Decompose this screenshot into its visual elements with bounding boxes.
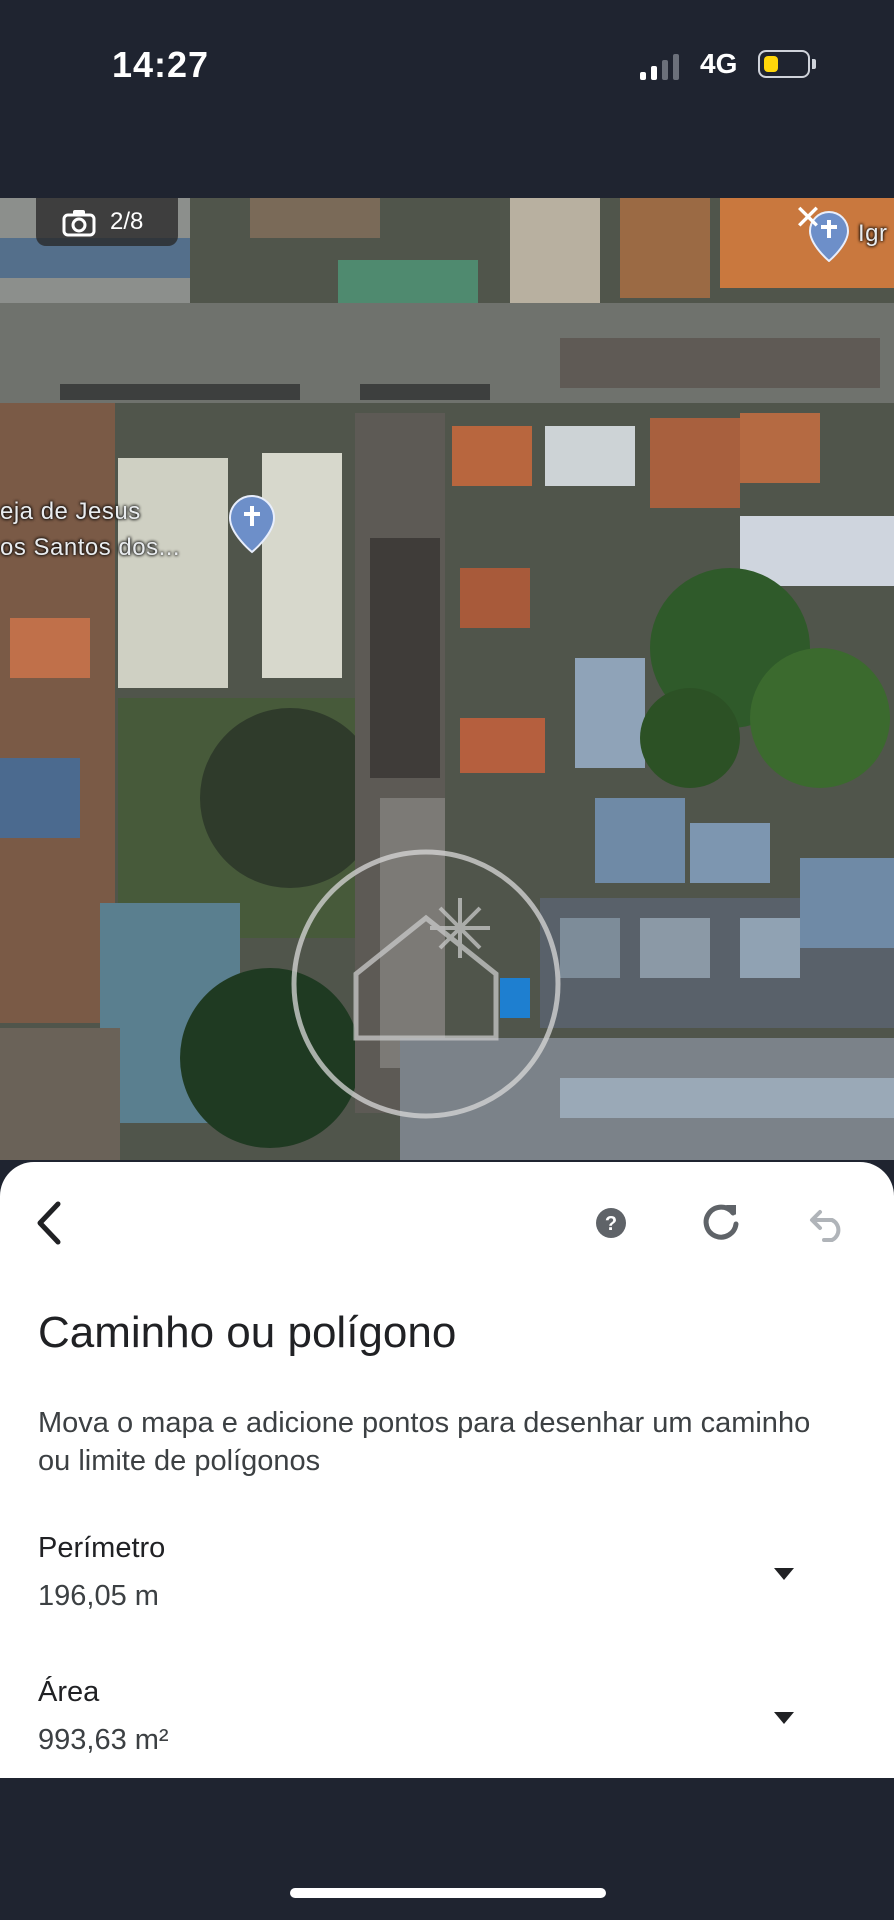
- camera-icon: [62, 210, 96, 237]
- battery-tip: [812, 59, 816, 69]
- area-label: Área: [38, 1676, 100, 1708]
- satellite-map[interactable]: eja de Jesus os Santos dos... Igr: [0, 198, 894, 1160]
- photo-counter-text: 2/8: [110, 208, 144, 235]
- perimeter-dropdown-icon[interactable]: [772, 1566, 796, 1582]
- area-dropdown-icon[interactable]: [772, 1710, 796, 1726]
- map-label-church-line2: os Santos dos...: [0, 534, 181, 561]
- photo-counter[interactable]: 2/8: [36, 198, 178, 246]
- battery-icon: [758, 50, 810, 78]
- area-value: 993,63 m²: [38, 1724, 169, 1756]
- sheet-subtitle: Mova o mapa e adicione pontos para desen…: [38, 1407, 811, 1477]
- status-time: 14:27: [112, 44, 210, 85]
- map-label-church-line1: eja de Jesus: [0, 498, 141, 525]
- help-icon[interactable]: ?: [594, 1206, 628, 1240]
- satellite-imagery: [0, 198, 894, 1160]
- status-bar: 14:27 4G: [0, 0, 894, 200]
- close-icon[interactable]: ✕: [790, 200, 826, 236]
- refresh-icon[interactable]: [700, 1200, 742, 1242]
- perimeter-value: 196,05 m: [38, 1580, 159, 1612]
- cell-signal-icon: [640, 54, 679, 80]
- svg-text:?: ?: [605, 1213, 617, 1235]
- sheet-title: Caminho ou polígono: [38, 1308, 457, 1357]
- back-arrow-icon[interactable]: [30, 1198, 74, 1248]
- network-type: 4G: [700, 48, 738, 79]
- bottom-bar: [0, 1778, 894, 1920]
- measure-sheet: ? Caminho ou polígono Mova o mapa e adic…: [0, 1162, 894, 1778]
- battery-fill: [764, 56, 778, 72]
- map-label-right: Igr: [858, 220, 888, 247]
- perimeter-label: Perímetro: [38, 1532, 166, 1564]
- home-indicator[interactable]: [290, 1888, 606, 1898]
- undo-icon[interactable]: [808, 1202, 848, 1242]
